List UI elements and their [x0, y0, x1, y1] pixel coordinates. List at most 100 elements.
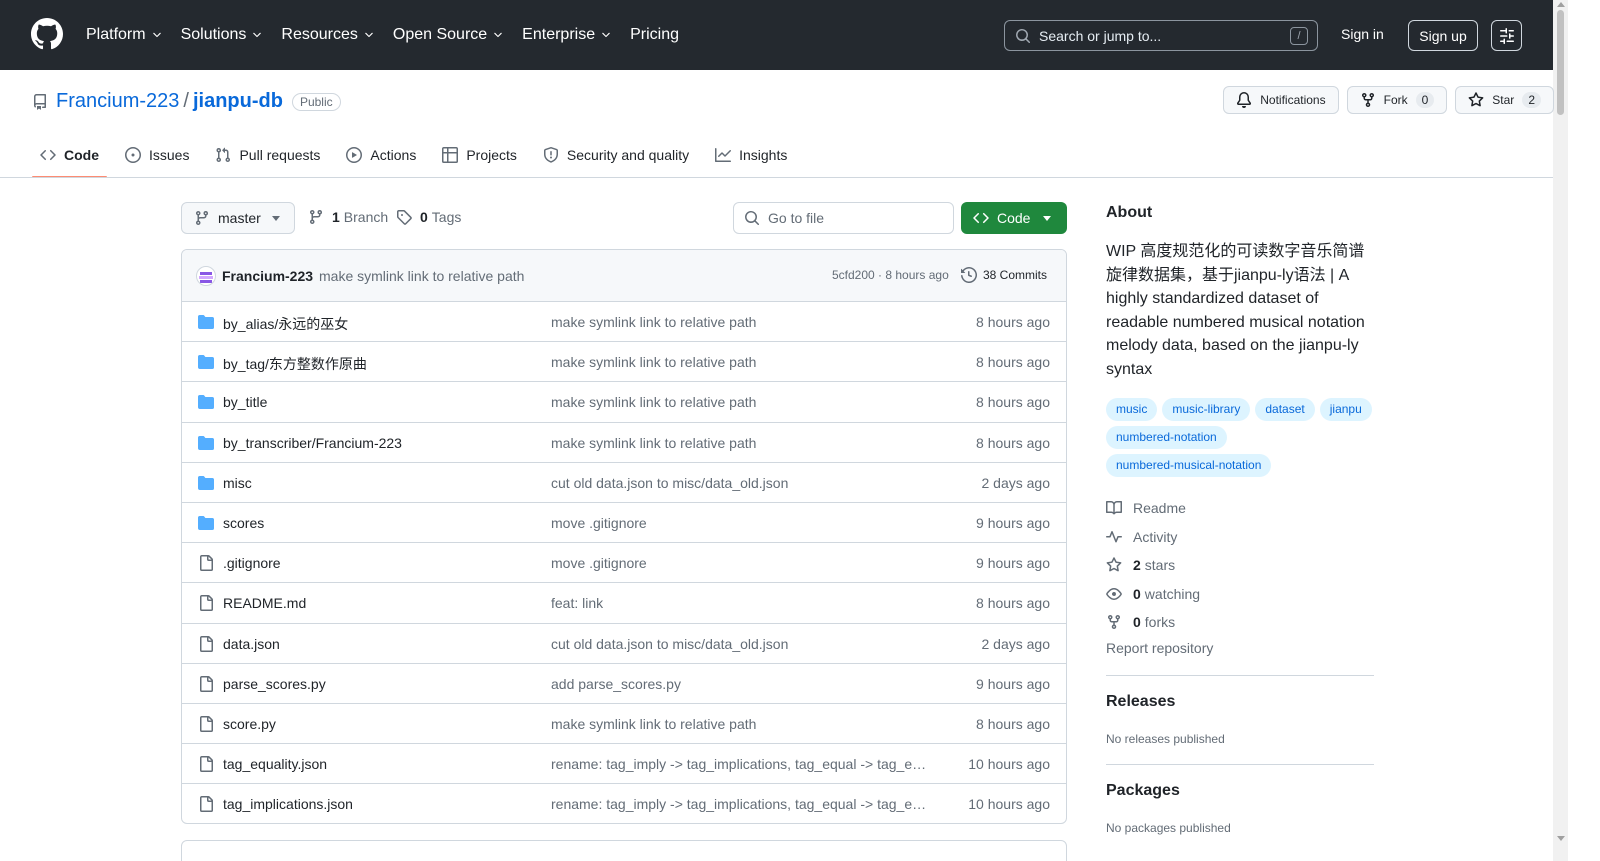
file-name-link[interactable]: scores [223, 515, 264, 531]
about-link-watching[interactable]: 0 watching [1106, 580, 1374, 609]
topic-tag[interactable]: jianpu [1319, 398, 1372, 421]
page-scrollbar[interactable] [1553, 0, 1568, 861]
topic-tag[interactable]: music-library [1162, 398, 1251, 421]
table-row: README.md feat: link 8 hours ago [182, 583, 1066, 624]
tab-actions[interactable]: Actions [338, 132, 424, 178]
branch-select-button[interactable]: master [181, 202, 295, 234]
file-name-link[interactable]: .gitignore [223, 555, 281, 571]
global-nav: Platform Solutions Resources Open Source Ent… [86, 0, 697, 70]
menu-button[interactable] [1491, 20, 1522, 51]
about-link-forks[interactable]: 0 forks [1106, 608, 1374, 637]
file-commit-message-link[interactable]: move .gitignore [551, 555, 647, 571]
repo-path-separator: / [183, 90, 189, 112]
file-icon [200, 796, 213, 813]
file-name-link[interactable]: parse_scores.py [223, 676, 326, 692]
commit-author-link[interactable]: Francium-223 [222, 268, 313, 284]
scrollbar-thumb[interactable] [1557, 10, 1564, 115]
file-commit-age: 10 hours ago [968, 796, 1050, 813]
file-commit-age: 8 hours ago [976, 394, 1050, 411]
file-name-link[interactable]: by_transcriber/Francium-223 [223, 435, 402, 451]
history-icon [961, 267, 977, 283]
fork-button[interactable]: Fork 0 [1346, 86, 1448, 114]
sign-in-link[interactable]: Sign in [1341, 26, 1384, 42]
tags-link[interactable]: 0 Tags [396, 209, 461, 225]
file-name-link[interactable]: README.md [223, 595, 306, 611]
chevron-down-icon [253, 32, 262, 38]
latest-commit-bar: Francium-223 make symlink link to relati… [182, 250, 1066, 302]
file-commit-message-link[interactable]: make symlink link to relative path [551, 716, 756, 732]
nav-item-label: Solutions [180, 26, 247, 43]
go-to-file-input[interactable]: Go to file [733, 202, 954, 234]
file-commit-message-link[interactable]: make symlink link to relative path [551, 354, 756, 370]
scroll-down-arrow-icon[interactable] [1557, 836, 1565, 841]
file-commit-message-link[interactable]: make symlink link to relative path [551, 314, 756, 330]
file-commit-message-link[interactable]: make symlink link to relative path [551, 394, 756, 410]
star-label: Star [1492, 93, 1515, 107]
topic-tag[interactable]: numbered-notation [1106, 426, 1227, 449]
file-name-link[interactable]: by_tag/东方整数作原曲 [223, 354, 367, 374]
about-link-readme[interactable]: Readme [1106, 494, 1374, 523]
nav-item-open-source[interactable]: Open Source [393, 26, 504, 44]
file-commit-age: 8 hours ago [976, 434, 1050, 451]
fork-count: 0 [1415, 92, 1435, 108]
notifications-button[interactable]: Notifications [1223, 86, 1339, 114]
packages-heading[interactable]: Packages [1106, 782, 1180, 800]
avatar[interactable] [196, 266, 216, 286]
file-commit-message-link[interactable]: cut old data.json to misc/data_old.json [551, 475, 788, 491]
file-name-link[interactable]: by_title [223, 394, 267, 410]
nav-item-pricing[interactable]: Pricing [630, 26, 679, 44]
file-name-link[interactable]: misc [223, 475, 252, 491]
commit-message-link[interactable]: make symlink link to relative path [319, 268, 524, 284]
tab-code[interactable]: Code [32, 132, 107, 178]
file-commit-message-link[interactable]: feat: link [551, 595, 603, 611]
tab-issues[interactable]: Issues [117, 132, 197, 178]
file-commit-age: 9 hours ago [976, 555, 1050, 572]
star-button[interactable]: Star 2 [1455, 86, 1554, 114]
file-commit-message-link[interactable]: add parse_scores.py [551, 676, 681, 692]
file-commit-age: 9 hours ago [976, 514, 1050, 531]
tab-insights[interactable]: Insights [707, 132, 795, 178]
scroll-up-arrow-icon[interactable] [1557, 2, 1565, 7]
file-commit-message-link[interactable]: rename: tag_imply -> tag_implications, t… [551, 796, 929, 812]
file-name-link[interactable]: by_alias/永远的巫女 [223, 314, 348, 334]
sliders-icon [1499, 27, 1514, 44]
nav-item-solutions[interactable]: Solutions [181, 26, 264, 44]
file-commit-message-link[interactable]: make symlink link to relative path [551, 435, 756, 451]
search-input[interactable]: Search or jump to... / [1004, 20, 1318, 51]
code-dropdown-button[interactable]: Code [961, 202, 1067, 234]
report-repository-link[interactable]: Report repository [1106, 640, 1213, 656]
tab-projects[interactable]: Projects [434, 132, 525, 178]
sidebar-divider [1106, 764, 1374, 765]
folder-icon [198, 475, 214, 490]
file-name-link[interactable]: tag_equality.json [223, 756, 327, 772]
tab-pull-requests[interactable]: Pull requests [207, 132, 328, 178]
issue-icon [125, 147, 141, 163]
file-name-link[interactable]: tag_implications.json [223, 796, 353, 812]
branches-link[interactable]: 1 Branch [308, 209, 388, 225]
about-link-activity[interactable]: Activity [1106, 523, 1374, 552]
about-link-stars[interactable]: 2 stars [1106, 551, 1374, 580]
topic-tag[interactable]: numbered-musical-notation [1106, 454, 1272, 477]
topic-tag[interactable]: dataset [1255, 398, 1315, 421]
nav-item-platform[interactable]: Platform [86, 26, 163, 44]
file-name-link[interactable]: data.json [223, 636, 280, 652]
nav-item-resources[interactable]: Resources [281, 26, 374, 44]
github-logo-icon[interactable] [31, 18, 63, 50]
nav-item-enterprise[interactable]: Enterprise [522, 26, 612, 44]
file-commit-message-link[interactable]: rename: tag_imply -> tag_implications, t… [551, 756, 929, 772]
releases-heading[interactable]: Releases [1106, 693, 1175, 711]
nav-item-label: Platform [86, 26, 146, 43]
repo-name-link[interactable]: jianpu-db [193, 90, 283, 113]
folder-icon [198, 515, 214, 530]
file-name-link[interactable]: score.py [223, 716, 276, 732]
commit-sha-time[interactable]: 5cfd200 · 8 hours ago [832, 268, 949, 282]
go-to-file-placeholder: Go to file [768, 210, 825, 226]
repo-owner-link[interactable]: Francium-223 [56, 90, 179, 113]
about-link-count: 0 [1133, 614, 1141, 631]
tab-security-and-quality[interactable]: Security and quality [535, 132, 697, 178]
file-commit-message-link[interactable]: cut old data.json to misc/data_old.json [551, 636, 788, 652]
topic-tag[interactable]: music [1106, 398, 1158, 421]
file-commit-message-link[interactable]: move .gitignore [551, 515, 647, 531]
commits-history-link[interactable]: 38 Commits [961, 267, 1047, 283]
sign-up-button[interactable]: Sign up [1408, 20, 1478, 51]
